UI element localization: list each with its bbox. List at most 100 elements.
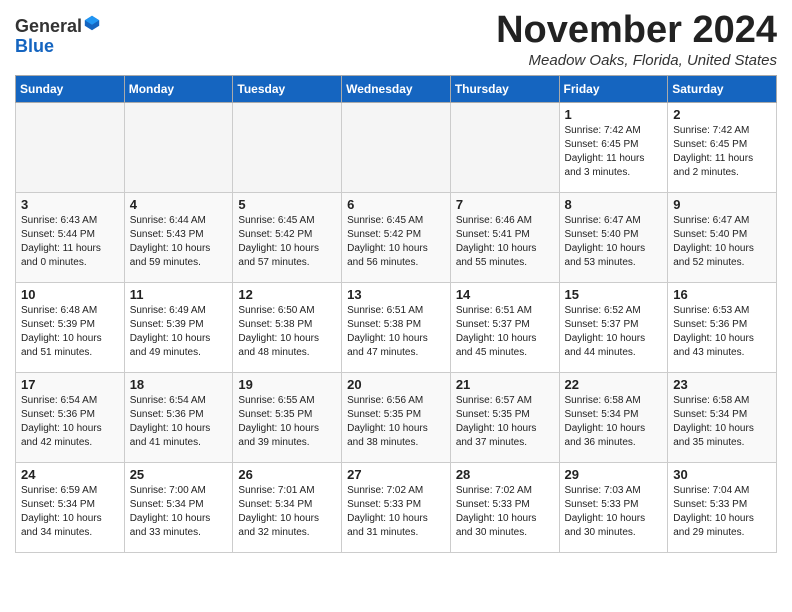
calendar-cell: 29 Sunrise: 7:03 AM Sunset: 5:33 PM Dayli… [559,462,668,552]
calendar-cell: 15 Sunrise: 6:52 AM Sunset: 5:37 PM Dayli… [559,282,668,372]
day-number: 20 [347,377,445,392]
calendar-cell: 28 Sunrise: 7:02 AM Sunset: 5:33 PM Dayli… [450,462,559,552]
calendar-cell: 5 Sunrise: 6:45 AM Sunset: 5:42 PM Daylig… [233,192,342,282]
calendar-cell [342,102,451,192]
day-number: 3 [21,197,119,212]
calendar-cell: 8 Sunrise: 6:47 AM Sunset: 5:40 PM Daylig… [559,192,668,282]
cell-text: Sunrise: 6:47 AM Sunset: 5:40 PM Dayligh… [565,215,646,268]
calendar-cell: 21 Sunrise: 6:57 AM Sunset: 5:35 PM Dayli… [450,372,559,462]
cell-text: Sunrise: 6:47 AM Sunset: 5:40 PM Dayligh… [673,215,754,268]
header: General Blue November 2024 Meadow Oaks, … [15,10,777,69]
cell-text: Sunrise: 6:57 AM Sunset: 5:35 PM Dayligh… [456,395,537,448]
cell-text: Sunrise: 6:51 AM Sunset: 5:38 PM Dayligh… [347,305,428,358]
day-number: 6 [347,197,445,212]
cell-text: Sunrise: 6:53 AM Sunset: 5:36 PM Dayligh… [673,305,754,358]
day-number: 14 [456,287,554,302]
cell-text: Sunrise: 6:59 AM Sunset: 5:34 PM Dayligh… [21,485,102,538]
cell-text: Sunrise: 7:42 AM Sunset: 6:45 PM Dayligh… [673,125,753,178]
day-number: 8 [565,197,663,212]
day-number: 12 [238,287,336,302]
day-number: 23 [673,377,771,392]
dow-friday: Friday [559,75,668,102]
calendar-cell: 17 Sunrise: 6:54 AM Sunset: 5:36 PM Dayli… [16,372,125,462]
day-number: 15 [565,287,663,302]
day-number: 29 [565,467,663,482]
calendar-cell: 3 Sunrise: 6:43 AM Sunset: 5:44 PM Daylig… [16,192,125,282]
calendar-cell: 11 Sunrise: 6:49 AM Sunset: 5:39 PM Dayli… [124,282,233,372]
dow-tuesday: Tuesday [233,75,342,102]
calendar-cell: 23 Sunrise: 6:58 AM Sunset: 5:34 PM Dayli… [668,372,777,462]
location: Meadow Oaks, Florida, United States [496,52,777,69]
day-number: 13 [347,287,445,302]
cell-text: Sunrise: 6:49 AM Sunset: 5:39 PM Dayligh… [130,305,211,358]
cell-text: Sunrise: 6:50 AM Sunset: 5:38 PM Dayligh… [238,305,319,358]
calendar-cell: 16 Sunrise: 6:53 AM Sunset: 5:36 PM Dayli… [668,282,777,372]
cell-text: Sunrise: 6:45 AM Sunset: 5:42 PM Dayligh… [238,215,319,268]
cell-text: Sunrise: 6:54 AM Sunset: 5:36 PM Dayligh… [21,395,102,448]
cell-text: Sunrise: 6:44 AM Sunset: 5:43 PM Dayligh… [130,215,211,268]
calendar-cell [124,102,233,192]
calendar-cell: 7 Sunrise: 6:46 AM Sunset: 5:41 PM Daylig… [450,192,559,282]
day-number: 10 [21,287,119,302]
logo-general: General [15,16,82,36]
dow-saturday: Saturday [668,75,777,102]
day-number: 2 [673,107,771,122]
day-number: 19 [238,377,336,392]
calendar-cell: 2 Sunrise: 7:42 AM Sunset: 6:45 PM Daylig… [668,102,777,192]
day-number: 26 [238,467,336,482]
dow-sunday: Sunday [16,75,125,102]
cell-text: Sunrise: 6:48 AM Sunset: 5:39 PM Dayligh… [21,305,102,358]
calendar-cell: 30 Sunrise: 7:04 AM Sunset: 5:33 PM Dayli… [668,462,777,552]
logo: General Blue [15,14,102,57]
calendar-cell: 10 Sunrise: 6:48 AM Sunset: 5:39 PM Dayli… [16,282,125,372]
dow-wednesday: Wednesday [342,75,451,102]
calendar-cell: 14 Sunrise: 6:51 AM Sunset: 5:37 PM Dayli… [450,282,559,372]
calendar-cell: 20Sunrise: 6:56 AM Sunset: 5:35 PM Dayli… [342,372,451,462]
dow-thursday: Thursday [450,75,559,102]
cell-text: Sunrise: 7:01 AM Sunset: 5:34 PM Dayligh… [238,485,319,538]
day-number: 11 [130,287,228,302]
calendar-cell: 25 Sunrise: 7:00 AM Sunset: 5:34 PM Dayli… [124,462,233,552]
logo-icon [83,14,101,32]
day-number: 7 [456,197,554,212]
day-number: 27 [347,467,445,482]
cell-text: Sunrise: 6:54 AM Sunset: 5:36 PM Dayligh… [130,395,211,448]
calendar-cell: 13 Sunrise: 6:51 AM Sunset: 5:38 PM Dayli… [342,282,451,372]
cell-text: Sunrise: 7:00 AM Sunset: 5:34 PM Dayligh… [130,485,211,538]
day-number: 16 [673,287,771,302]
calendar-cell: 9 Sunrise: 6:47 AM Sunset: 5:40 PM Daylig… [668,192,777,282]
calendar-cell: 1 Sunrise: 7:42 AM Sunset: 6:45 PM Daylig… [559,102,668,192]
day-number: 25 [130,467,228,482]
title-area: November 2024 Meadow Oaks, Florida, Unit… [496,10,777,69]
day-number: 24 [21,467,119,482]
cell-text: Sunrise: 7:02 AM Sunset: 5:33 PM Dayligh… [347,485,428,538]
day-number: 5 [238,197,336,212]
cell-text: Sunrise: 6:46 AM Sunset: 5:41 PM Dayligh… [456,215,537,268]
calendar-cell: 18Sunrise: 6:54 AM Sunset: 5:36 PM Dayli… [124,372,233,462]
day-number: 9 [673,197,771,212]
day-number: 17 [21,377,119,392]
day-number: 30 [673,467,771,482]
cell-text: Sunrise: 6:45 AM Sunset: 5:42 PM Dayligh… [347,215,428,268]
day-number: 21 [456,377,554,392]
calendar-cell: 12 Sunrise: 6:50 AM Sunset: 5:38 PM Dayli… [233,282,342,372]
cell-text: Sunrise: 7:42 AM Sunset: 6:45 PM Dayligh… [565,125,645,178]
cell-text: Sunrise: 6:52 AM Sunset: 5:37 PM Dayligh… [565,305,646,358]
day-number: 22 [565,377,663,392]
cell-text: Sunrise: 7:03 AM Sunset: 5:33 PM Dayligh… [565,485,646,538]
calendar-cell: 26 Sunrise: 7:01 AM Sunset: 5:34 PM Dayli… [233,462,342,552]
calendar-cell: 24 Sunrise: 6:59 AM Sunset: 5:34 PM Dayli… [16,462,125,552]
calendar-cell [233,102,342,192]
month-title: November 2024 [496,10,777,52]
cell-text: Sunrise: 6:43 AM Sunset: 5:44 PM Dayligh… [21,215,101,268]
calendar-cell: 22Sunrise: 6:58 AM Sunset: 5:34 PM Dayli… [559,372,668,462]
day-number: 1 [565,107,663,122]
cell-text: Sunrise: 7:04 AM Sunset: 5:33 PM Dayligh… [673,485,754,538]
calendar-cell: 19 Sunrise: 6:55 AM Sunset: 5:35 PM Dayli… [233,372,342,462]
calendar-cell [16,102,125,192]
cell-text: Sunrise: 6:51 AM Sunset: 5:37 PM Dayligh… [456,305,537,358]
cell-text: Sunrise: 6:58 AM Sunset: 5:34 PM Dayligh… [673,395,754,448]
day-number: 28 [456,467,554,482]
cell-text: Sunrise: 7:02 AM Sunset: 5:33 PM Dayligh… [456,485,537,538]
cell-text: Sunrise: 6:55 AM Sunset: 5:35 PM Dayligh… [238,395,319,448]
